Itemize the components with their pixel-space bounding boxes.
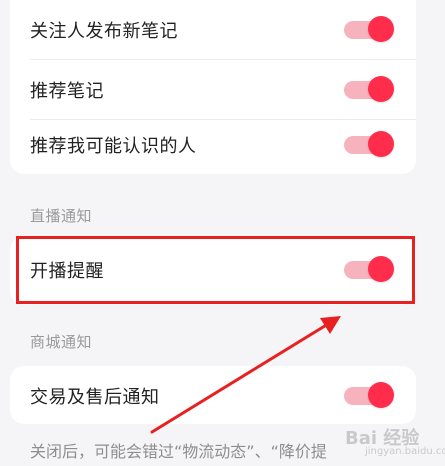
toggle-knob xyxy=(368,131,394,157)
setting-row-trade-aftersale[interactable]: 交易及售后通知 xyxy=(10,366,416,424)
toggle-knob xyxy=(368,76,394,102)
setting-label: 开播提醒 xyxy=(30,261,104,282)
live-notifications-card: 开播提醒 xyxy=(10,236,416,305)
toggle-knob xyxy=(368,256,394,282)
section-title-shop: 商城通知 xyxy=(30,333,93,351)
setting-row-follow-new-notes[interactable]: 关注人发布新笔记 xyxy=(10,0,416,60)
toggle-switch[interactable] xyxy=(344,75,394,105)
shop-notifications-card: 交易及售后通知 xyxy=(10,366,416,424)
notification-settings-page: 关注人发布新笔记 推荐笔记 推荐我可能认识的人 直播通知 开播提醒 商城通知 交… xyxy=(0,0,445,466)
setting-label: 交易及售后通知 xyxy=(30,387,160,408)
setting-label: 关注人发布新笔记 xyxy=(30,21,178,42)
toggle-switch[interactable] xyxy=(344,15,394,45)
toggle-knob xyxy=(368,382,394,408)
social-notifications-card: 关注人发布新笔记 推荐笔记 推荐我可能认识的人 xyxy=(10,0,416,174)
toggle-switch[interactable] xyxy=(344,130,394,160)
setting-label: 推荐我可能认识的人 xyxy=(30,136,197,157)
toggle-switch[interactable] xyxy=(344,255,394,285)
toggle-knob xyxy=(368,16,394,42)
setting-row-recommend-notes[interactable]: 推荐笔记 xyxy=(10,60,416,120)
watermark-url: jingyan.baidu.com xyxy=(365,446,445,457)
setting-row-live-reminder[interactable]: 开播提醒 xyxy=(10,240,416,300)
section-title-live: 直播通知 xyxy=(30,207,93,225)
setting-label: 推荐笔记 xyxy=(30,81,104,102)
setting-row-recommend-people[interactable]: 推荐我可能认识的人 xyxy=(10,115,416,174)
toggle-switch[interactable] xyxy=(344,381,394,411)
